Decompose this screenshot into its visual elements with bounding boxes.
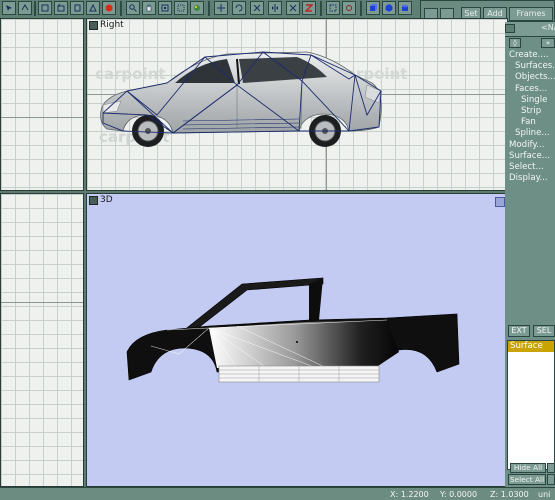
- command-panel-header: <N/: [505, 22, 555, 37]
- panel-back-icon[interactable]: ◊: [509, 38, 521, 48]
- scale-icon[interactable]: [250, 1, 264, 15]
- menu-item[interactable]: Fan: [505, 117, 555, 128]
- watermark-left: carpoint: [95, 65, 165, 83]
- viewport-3d[interactable]: 3D: [86, 193, 508, 487]
- pan-hand-icon[interactable]: [142, 1, 156, 15]
- viewport-menu-icon[interactable]: [89, 195, 98, 205]
- menu-item[interactable]: Faces...: [505, 84, 555, 95]
- orbit-icon[interactable]: [190, 1, 204, 15]
- view-top-icon[interactable]: [54, 1, 68, 15]
- menu-item[interactable]: Surface...: [505, 151, 555, 162]
- hide-extra-button[interactable]: [547, 463, 555, 473]
- render-sphere-icon[interactable]: [102, 1, 116, 15]
- list-item[interactable]: Surface: [508, 341, 554, 352]
- menu-item[interactable]: Modify...: [505, 140, 555, 151]
- coord-x: X: 1.2200: [390, 490, 429, 499]
- coord-z: Z: 1.0300: [490, 490, 529, 499]
- cylinder-shape-icon[interactable]: [398, 1, 412, 15]
- view-perspective-icon[interactable]: [86, 1, 100, 15]
- menu-item[interactable]: Select...: [505, 162, 555, 173]
- status-bar: X: 1.2200 Y: 0.0000 Z: 1.0300 uni: [0, 487, 555, 500]
- zoom-region-icon[interactable]: [174, 1, 188, 15]
- viewport-3d-label: 3D: [89, 195, 113, 205]
- selection-list[interactable]: Surface: [507, 340, 555, 470]
- select-all-button[interactable]: Select All: [508, 474, 546, 485]
- menu-item[interactable]: Objects...: [505, 72, 555, 83]
- axis-x-icon[interactable]: [286, 1, 300, 15]
- car-3d-model: [126, 277, 460, 383]
- frames-button[interactable]: Frames: [509, 7, 553, 21]
- rotate-icon[interactable]: [232, 1, 246, 15]
- zoom-icon[interactable]: [126, 1, 140, 15]
- menu-item[interactable]: Strip: [505, 106, 555, 117]
- cube-shape-icon[interactable]: [366, 1, 380, 15]
- car-reference-image: carpoint carpoint carpoint: [95, 51, 407, 147]
- menu-item[interactable]: Single: [505, 95, 555, 106]
- coord-y: Y: 0.0000: [440, 490, 478, 499]
- move-icon[interactable]: [214, 1, 228, 15]
- mirror-icon[interactable]: [268, 1, 282, 15]
- sel-button[interactable]: SEL: [533, 325, 555, 337]
- ext-button[interactable]: EXT: [508, 325, 530, 337]
- viewport-right-label: Right: [89, 20, 124, 30]
- view-side-icon[interactable]: [70, 1, 84, 15]
- panel-expand-icon[interactable]: «: [541, 38, 555, 48]
- panel-collapse-button[interactable]: [505, 24, 515, 33]
- menu-item[interactable]: Surfaces...: [505, 61, 555, 72]
- command-menu: Create....Surfaces...Objects...Faces...S…: [505, 50, 555, 184]
- menu-item[interactable]: Display...: [505, 173, 555, 184]
- select-extra-button[interactable]: [547, 474, 555, 485]
- sphere-shape-icon[interactable]: [382, 1, 396, 15]
- bounding-box-icon[interactable]: [326, 1, 340, 15]
- select-tool-icon[interactable]: [18, 1, 32, 15]
- menu-item[interactable]: Create....: [505, 50, 555, 61]
- viewport-menu-icon[interactable]: [89, 20, 98, 30]
- menu-item[interactable]: Spline...: [505, 128, 555, 139]
- light-icon[interactable]: [342, 1, 356, 15]
- viewport-top-left[interactable]: [0, 18, 84, 191]
- command-panel: <N/ ◊ « Create....Surfaces...Objects...F…: [505, 22, 555, 500]
- view-front-icon[interactable]: [38, 1, 52, 15]
- hide-all-button[interactable]: Hide All: [510, 463, 546, 473]
- viewport-bottom-left[interactable]: [0, 193, 84, 487]
- arrow-tool-icon[interactable]: [2, 1, 16, 15]
- fit-view-icon[interactable]: [158, 1, 172, 15]
- viewport-right[interactable]: Right carpoint carpoint carpoint: [86, 18, 508, 191]
- units-label: uni: [538, 490, 551, 499]
- axis-z-icon[interactable]: [302, 1, 316, 15]
